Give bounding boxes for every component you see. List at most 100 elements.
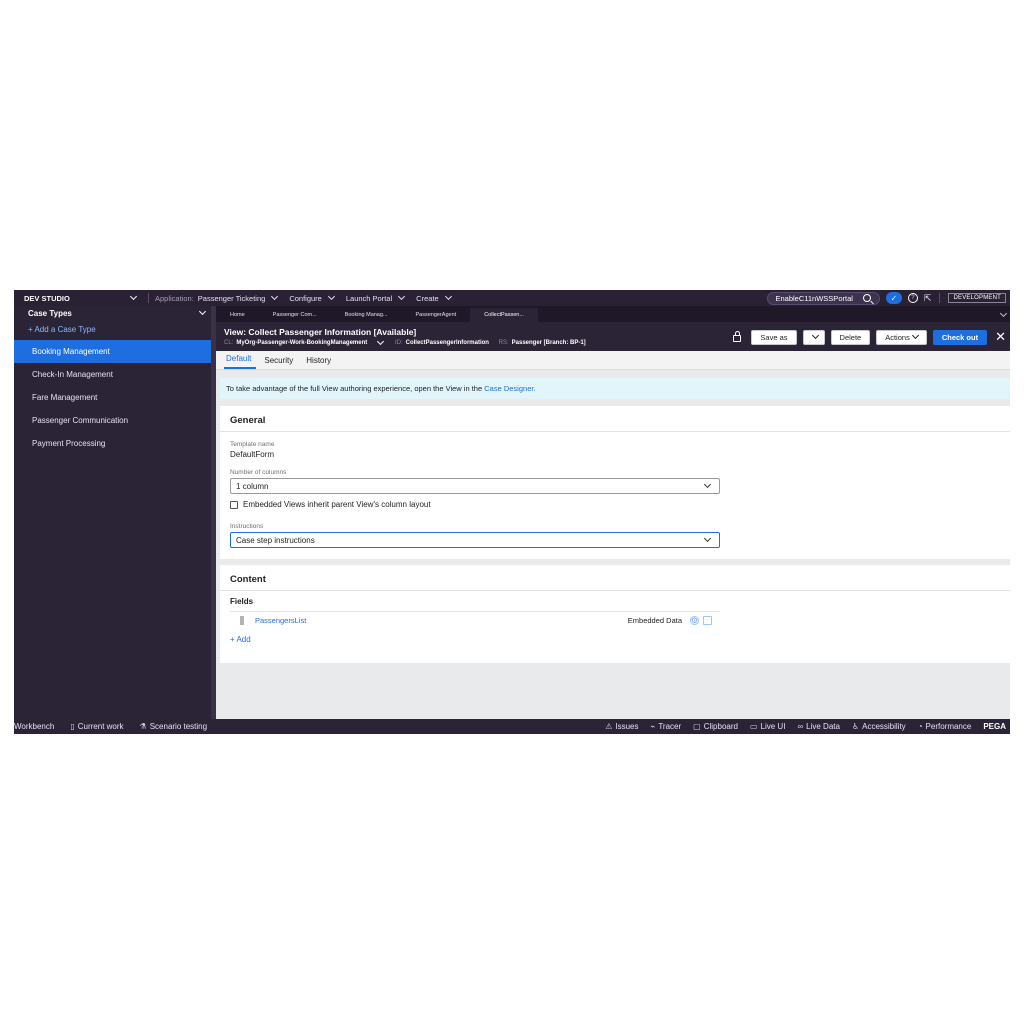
tabs-overflow[interactable] <box>998 308 1010 322</box>
content-title: Content <box>220 565 1010 591</box>
search-icon[interactable] <box>862 294 871 302</box>
live-data-label: Live Data <box>806 722 840 731</box>
add-field-button[interactable]: + Add <box>230 635 251 644</box>
sidebar-header[interactable]: Case Types <box>14 306 211 320</box>
sidebar-item-passenger-communication[interactable]: Passenger Communication <box>14 409 211 432</box>
save-as-menu-button[interactable] <box>802 329 825 345</box>
sidebar-item-check-in-management[interactable]: Check-In Management <box>14 363 211 386</box>
case-designer-link[interactable]: Case Designer. <box>484 384 535 393</box>
clipboard-icon: ▢ <box>693 722 701 731</box>
document-icon: ▯ <box>70 722 75 731</box>
rs-key: RS: <box>498 340 509 346</box>
inherit-layout-checkbox[interactable] <box>230 500 238 509</box>
scenario-testing-label: Scenario testing <box>149 722 208 731</box>
gear-icon[interactable]: ⚙ <box>690 616 699 625</box>
chevron-down-icon[interactable] <box>377 337 385 346</box>
chevron-down-icon <box>129 292 138 301</box>
performance-label: Performance <box>925 722 972 731</box>
rs-value: Passenger [Branch: BP-1] <box>511 340 586 346</box>
accessibility-button[interactable]: ♿ Accessibility <box>852 722 906 731</box>
field-name-link[interactable]: PassengersList <box>255 616 306 625</box>
dev-studio-switcher[interactable]: DEV STUDIO <box>14 292 142 303</box>
divider <box>939 293 941 303</box>
cl-value[interactable]: MyOrg-Passenger-Work-BookingManagement <box>236 340 367 346</box>
tab-default[interactable]: Default <box>224 354 257 369</box>
chevron-down-icon <box>811 331 819 340</box>
checkmark-icon[interactable]: ✓ <box>885 292 902 304</box>
general-section: General Template name DefaultForm Number… <box>220 406 1010 559</box>
top-navigation-bar: DEV STUDIO Application: Passenger Ticket… <box>14 290 1010 306</box>
lock-icon <box>733 331 742 342</box>
inherit-layout-checkbox-row[interactable]: Embedded Views inherit parent View's col… <box>230 500 431 509</box>
status-bar: Workbench ▯ Current work ⚗ Scenario testin… <box>14 719 1010 734</box>
columns-label: Number of columns <box>230 469 287 476</box>
save-as-button[interactable]: Save as <box>751 329 797 345</box>
tracer-icon: ⌁ <box>650 722 656 731</box>
brand-label: DEV STUDIO <box>24 293 70 303</box>
dev-studio-window: DEV STUDIO Application: Passenger Ticket… <box>14 290 1010 734</box>
live-ui-button[interactable]: ▭ Live UI <box>750 722 785 731</box>
tab-collect-passenger[interactable]: CollectPassen... <box>470 308 538 322</box>
field-type: Embedded Data <box>627 616 682 625</box>
application-label: Application: <box>155 293 194 303</box>
launch-portal-menu[interactable]: Launch Portal <box>345 292 406 303</box>
accessibility-label: Accessibility <box>862 722 906 731</box>
notifications-icon[interactable]: ⇱ <box>924 293 932 304</box>
configure-label: Configure <box>289 293 322 303</box>
tab-home[interactable]: Home <box>216 308 259 322</box>
columns-select[interactable]: 1 column <box>230 478 720 494</box>
check-out-button[interactable]: Check out <box>932 329 988 345</box>
trash-icon[interactable] <box>703 616 712 625</box>
content-section: Content Fields PassengersList Embedded D… <box>220 565 1010 663</box>
columns-value: 1 column <box>236 481 269 491</box>
drag-handle-icon[interactable] <box>240 616 244 625</box>
delete-button[interactable]: Delete <box>830 329 871 345</box>
environment-badge: DEVELOPMENT <box>948 293 1006 303</box>
sidebar-title: Case Types <box>28 308 72 318</box>
chevron-down-icon <box>911 331 919 340</box>
chevron-down-icon <box>444 292 452 301</box>
create-menu[interactable]: Create <box>416 292 452 303</box>
tab-security[interactable]: Security <box>262 356 298 369</box>
accessibility-icon: ♿ <box>851 722 860 731</box>
application-value: Passenger Ticketing <box>197 293 266 303</box>
configure-menu[interactable]: Configure <box>289 292 335 303</box>
sidebar-item-booking-management[interactable]: Booking Management <box>14 340 211 363</box>
tab-history[interactable]: History <box>304 356 336 369</box>
header-actions: Save as Delete Actions Check out ✕ <box>733 329 1006 345</box>
launch-portal-label: Launch Portal <box>345 293 393 303</box>
rule-header: View: Collect Passenger Information [Ava… <box>216 322 1010 351</box>
instructions-select[interactable]: Case step instructions <box>230 532 720 548</box>
instructions-label: Instructions <box>230 523 264 530</box>
current-work-button[interactable]: ▯ Current work <box>70 722 123 731</box>
clipboard-button[interactable]: ▢ Clipboard <box>693 722 738 731</box>
tracer-button[interactable]: ⌁ Tracer <box>651 722 682 731</box>
chevron-down-icon <box>999 309 1008 318</box>
scenario-testing-button[interactable]: ⚗ Scenario testing <box>140 722 208 731</box>
chevron-down-icon <box>271 292 279 301</box>
template-name-label: Template name <box>230 441 275 448</box>
close-icon[interactable]: ✕ <box>995 329 1006 345</box>
tab-passenger-communication[interactable]: Passenger Com... <box>259 308 331 322</box>
live-data-button[interactable]: ∞ Live Data <box>797 722 840 731</box>
actions-label: Actions <box>885 332 910 342</box>
issues-button[interactable]: ⚠ Issues <box>605 722 638 731</box>
actions-button[interactable]: Actions <box>876 329 927 345</box>
chevron-down-icon <box>703 480 712 489</box>
sidebar-item-fare-management[interactable]: Fare Management <box>14 386 211 409</box>
sidebar-item-payment-processing[interactable]: Payment Processing <box>14 432 211 455</box>
clipboard-label: Clipboard <box>703 722 738 731</box>
pega-logo: PEGA <box>983 722 1006 731</box>
tab-passenger-agent[interactable]: PassengerAgent <box>402 308 471 322</box>
workbench-label: Workbench <box>14 722 55 731</box>
portal-search[interactable]: EnableC11nWSSPortal <box>766 291 880 305</box>
application-menu[interactable]: Application: Passenger Ticketing <box>155 292 279 303</box>
performance-button[interactable]: ◔ Performance <box>918 722 972 731</box>
chevron-down-icon <box>398 292 406 301</box>
warning-icon: ⚠ <box>605 722 613 731</box>
add-case-type-link[interactable]: + Add a Case Type <box>14 320 211 340</box>
help-icon[interactable]: ? <box>907 293 918 303</box>
workbench-button[interactable]: Workbench <box>14 722 54 731</box>
tracer-label: Tracer <box>658 722 682 731</box>
tab-booking-management[interactable]: Booking Manag... <box>331 308 402 322</box>
